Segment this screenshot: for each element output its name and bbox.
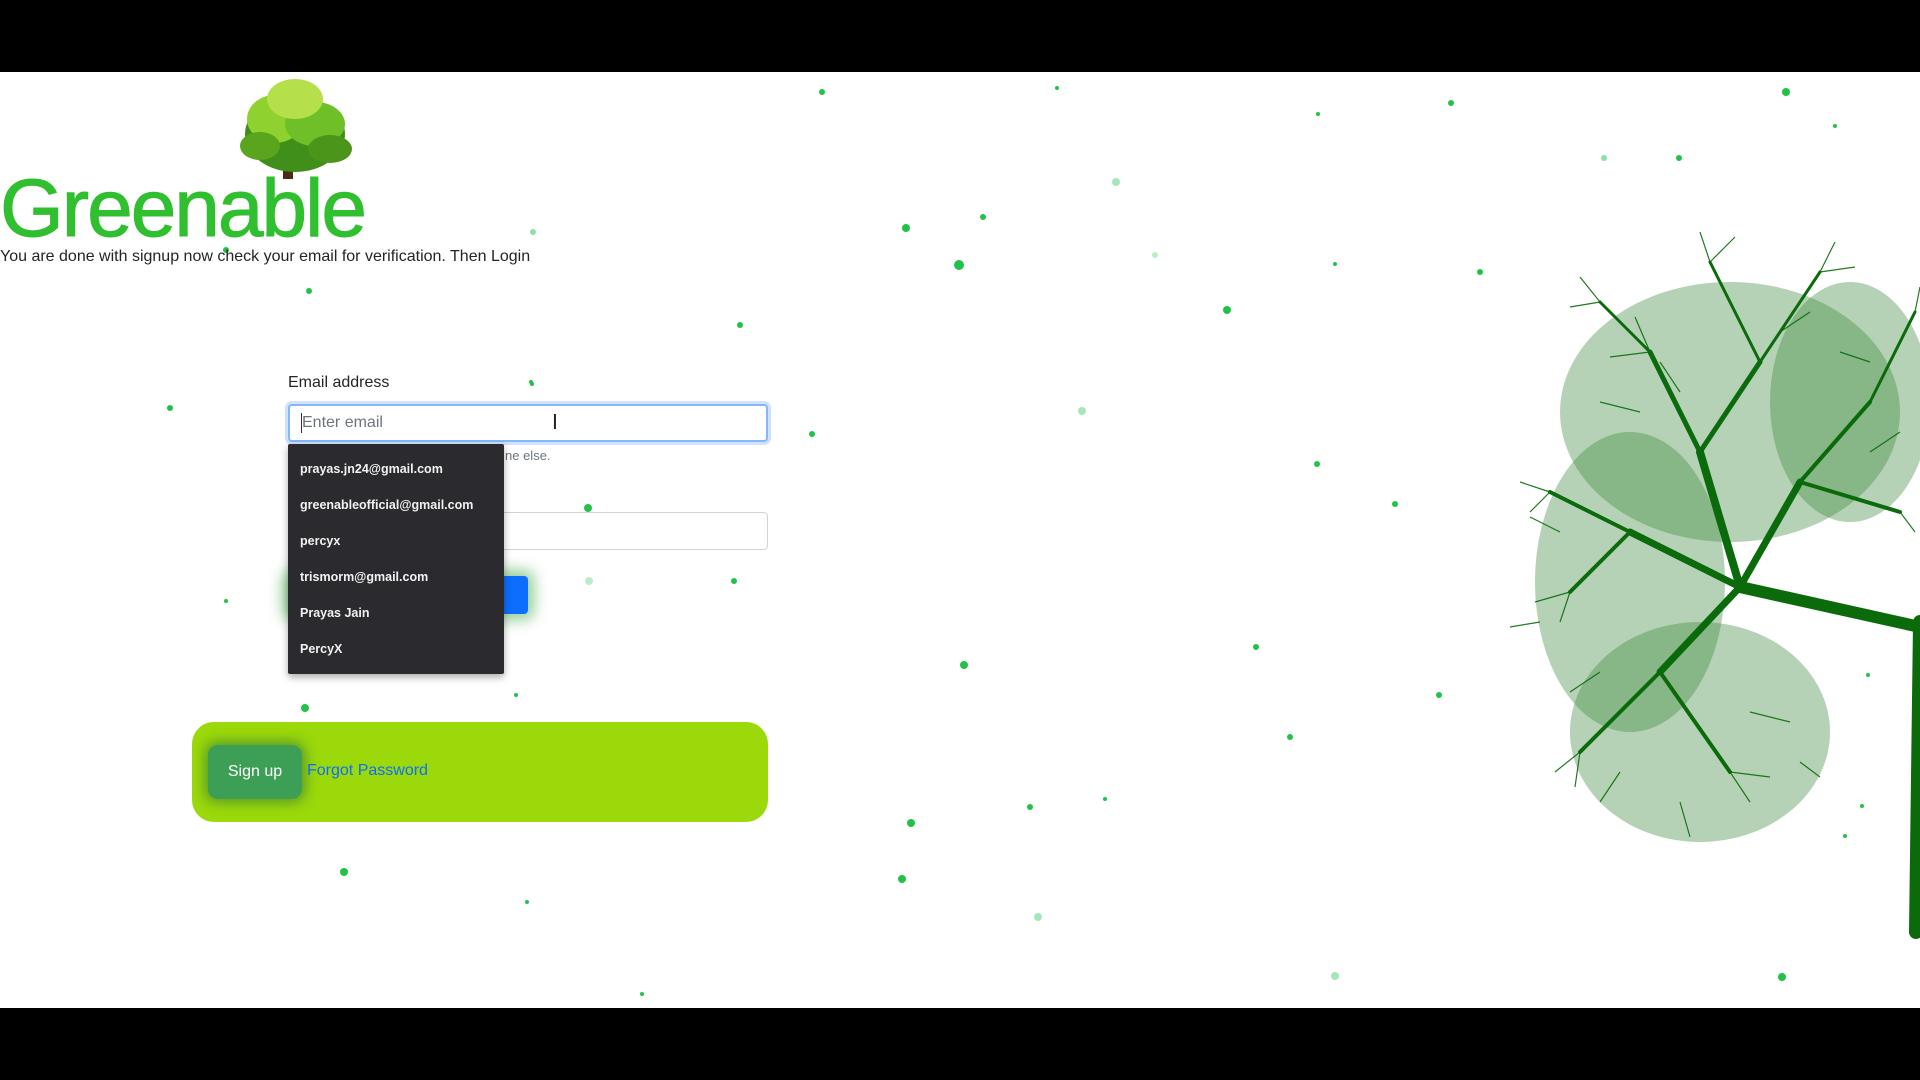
autocomplete-option[interactable]: greenableofficial@gmail.com — [288, 487, 504, 523]
autocomplete-dropdown: prayas.jn24@gmail.com greenableofficial@… — [288, 444, 504, 674]
email-input[interactable] — [288, 404, 768, 442]
forgot-password-link[interactable]: Forgot Password — [307, 762, 428, 780]
fractal-tree-illustration — [1509, 231, 1920, 939]
email-help-text: ne else. — [505, 448, 551, 463]
page-viewport: Greenable You are done with signup now c… — [0, 72, 1920, 1008]
logo-wordmark: Greenable — [0, 163, 367, 247]
text-caret — [301, 413, 302, 433]
text-cursor-icon: I — [552, 410, 558, 434]
autocomplete-option[interactable]: PercyX — [288, 631, 504, 667]
autocomplete-option[interactable]: trismorm@gmail.com — [288, 559, 504, 595]
signup-button[interactable]: Sign up — [208, 745, 302, 799]
autocomplete-option[interactable]: Prayas Jain — [288, 595, 504, 631]
signup-panel: Sign up Forgot Password — [192, 722, 768, 822]
autocomplete-option[interactable]: percyx — [288, 523, 504, 559]
autocomplete-option[interactable]: prayas.jn24@gmail.com — [288, 451, 504, 487]
svg-text:Greenable: Greenable — [0, 163, 365, 246]
email-label: Email address — [288, 374, 390, 391]
signup-confirmation-message: You are done with signup now check your … — [0, 248, 531, 265]
